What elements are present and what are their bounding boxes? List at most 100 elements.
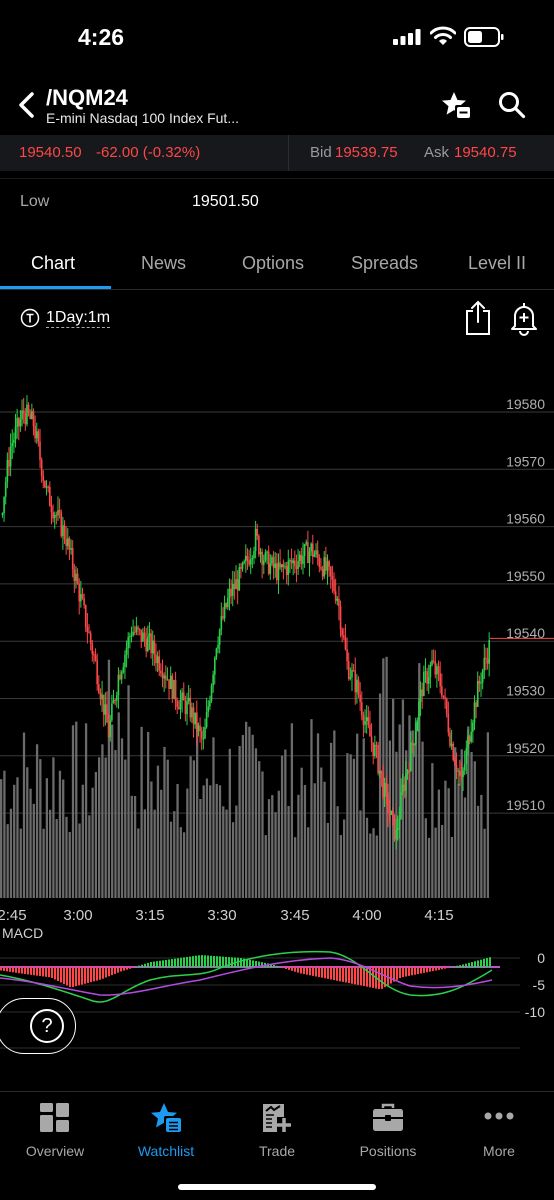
volume-bar [287, 805, 290, 898]
macd-histogram-bar [417, 967, 419, 975]
search-icon[interactable] [498, 91, 526, 119]
candle-body [166, 679, 169, 681]
volume-bar [320, 767, 323, 898]
macd-histogram-bar [129, 967, 131, 969]
candle-body [55, 514, 58, 516]
volume-bar [444, 780, 447, 898]
candle-body [91, 643, 94, 655]
candle-body [277, 562, 280, 581]
candle-body [178, 707, 180, 710]
tab-chart[interactable]: Chart [31, 253, 75, 274]
candle-body [427, 677, 430, 684]
low-value: 19501.50 [192, 193, 259, 210]
macd-histogram-bar [408, 967, 410, 976]
candle-body [115, 695, 118, 701]
candle-body [57, 510, 59, 516]
macd-histogram-bar [390, 967, 392, 984]
tab-options[interactable]: Options [242, 253, 304, 274]
tab-level-ii[interactable]: Level II [468, 253, 526, 274]
volume-bar [6, 824, 9, 898]
macd-histogram-bar [435, 967, 437, 971]
macd-histogram-bar [324, 967, 326, 979]
candle-body [86, 627, 89, 632]
candle-body [444, 696, 446, 699]
macd-histogram-bar [177, 958, 179, 968]
volume-bar [401, 699, 405, 898]
volume-bar [254, 748, 258, 898]
macd-histogram-bar [465, 963, 467, 968]
volume-bar [75, 721, 78, 898]
macd-histogram-bar [423, 967, 425, 973]
share-icon[interactable] [464, 300, 492, 336]
candle-body [287, 560, 290, 575]
price-alert-bell-icon[interactable] [509, 300, 539, 336]
volume-bar [19, 828, 22, 898]
candle-body [63, 525, 66, 540]
cellular-signal-icon [393, 29, 421, 45]
candle-body [179, 699, 182, 710]
macd-histogram-bar [315, 967, 317, 977]
candle-body [290, 560, 293, 564]
candle-body [194, 712, 196, 725]
macd-histogram-bar [186, 956, 188, 968]
macd-histogram-bar [84, 967, 86, 984]
macd-histogram-bar [342, 967, 344, 982]
candle-body [24, 413, 27, 425]
watchlist-icon [151, 1103, 182, 1133]
volume-bar [411, 730, 414, 898]
nav-watchlist[interactable]: Watchlist [111, 1100, 221, 1160]
volume-bar [473, 761, 476, 898]
macd-histogram-bar [240, 958, 242, 968]
volume-bar [486, 732, 490, 898]
macd-histogram-bar [441, 967, 443, 970]
candle-body [160, 670, 162, 674]
tab-news[interactable]: News [141, 253, 186, 274]
candle-body [133, 631, 136, 633]
macd-histogram-bar [132, 967, 134, 968]
back-arrow-icon[interactable] [14, 90, 40, 120]
help-button[interactable]: ? [0, 998, 76, 1054]
candle-body [465, 748, 468, 765]
volume-bar [356, 733, 359, 898]
macd-histogram-bar [405, 967, 407, 977]
candle-body [228, 588, 231, 598]
volume-bar [153, 809, 156, 898]
candle-body [352, 670, 355, 672]
macd-histogram-bar [141, 964, 143, 968]
volume-bar [45, 778, 49, 898]
macd-histogram-bar [126, 967, 128, 970]
candle-body [253, 551, 255, 559]
candle-body [111, 703, 113, 721]
price-chart[interactable]: 1958019570195601955019540195301952019510… [0, 350, 554, 1050]
volume-bar [130, 795, 133, 898]
candle-body [411, 742, 414, 746]
macd-label: MACD [2, 925, 43, 941]
candle-body [75, 573, 77, 582]
candle-body [130, 635, 133, 637]
candle-body [485, 657, 487, 659]
candle-body [192, 707, 195, 725]
macd-histogram-bar [0, 967, 2, 971]
candle-body [452, 743, 455, 761]
candle-body [418, 702, 420, 721]
candle-body [17, 417, 20, 427]
candle-body [403, 784, 406, 791]
candle-body [39, 441, 41, 460]
macd-histogram-bar [357, 967, 359, 985]
watchlist-star-icon[interactable] [440, 90, 472, 120]
nav-overview[interactable]: Overview [0, 1100, 110, 1160]
volume-bar [307, 827, 310, 898]
candle-body [347, 661, 350, 679]
nav-trade[interactable]: Trade [222, 1100, 332, 1160]
price-axis-label: 19530 [506, 683, 545, 699]
macd-histogram-bar [195, 955, 197, 968]
volume-bar [365, 817, 369, 898]
nav-positions[interactable]: Positions [333, 1100, 443, 1160]
candle-body [249, 559, 252, 565]
candle-body [83, 598, 85, 606]
nav-more[interactable]: More [444, 1100, 554, 1160]
candle-body [321, 568, 324, 577]
tab-spreads[interactable]: Spreads [351, 253, 418, 274]
volume-bar [225, 809, 228, 898]
candle-body [104, 704, 107, 715]
